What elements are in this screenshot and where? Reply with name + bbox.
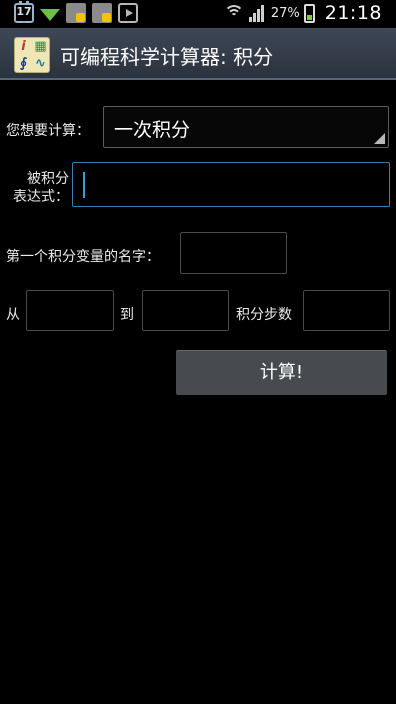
- calc-type-value: 一次积分: [114, 119, 191, 141]
- calculate-button[interactable]: 计算!: [176, 350, 387, 395]
- text-cursor: [83, 172, 85, 198]
- download-icon: [40, 9, 60, 21]
- status-bar: 17 27% 21:18: [0, 0, 396, 28]
- variable-input[interactable]: [180, 232, 287, 274]
- signal-icon: [248, 4, 267, 22]
- from-label: 从: [6, 307, 20, 323]
- info-glyph: i: [21, 39, 26, 54]
- dropdown-arrow-icon: [374, 133, 385, 144]
- system-icons: 27% 21:18: [223, 2, 382, 24]
- integral-glyph: ∮: [19, 56, 28, 71]
- variable-label: 第一个积分变量的名字：: [6, 249, 160, 265]
- grid-glyph: ▦: [34, 39, 47, 54]
- integrand-label: 被积分 表达式：: [13, 171, 69, 205]
- integrand-input[interactable]: [72, 162, 390, 207]
- steps-input[interactable]: [303, 290, 390, 331]
- shopping-bag-icon: [66, 3, 86, 23]
- steps-label: 积分步数: [236, 307, 292, 323]
- battery-charging-icon: [303, 3, 315, 23]
- wave-glyph: ∿: [35, 56, 46, 71]
- battery-percent: 27%: [270, 5, 300, 21]
- play-store-icon: [118, 3, 138, 23]
- to-input[interactable]: [142, 290, 229, 331]
- calendar-icon: 17: [14, 1, 34, 23]
- calc-type-label: 您想要计算：: [6, 123, 90, 139]
- wifi-icon: [223, 3, 245, 23]
- page-title: 可编程科学计算器: 积分: [60, 45, 274, 69]
- shopping-bag-icon: [92, 3, 112, 23]
- action-bar: i ▦ ∮ ∿ 可编程科学计算器: 积分: [0, 28, 396, 80]
- notification-icons: 17: [14, 1, 138, 23]
- to-label: 到: [120, 307, 134, 323]
- calc-type-dropdown[interactable]: 一次积分: [103, 106, 389, 148]
- app-icon[interactable]: i ▦ ∮ ∿: [14, 37, 50, 73]
- from-input[interactable]: [26, 290, 114, 331]
- clock: 21:18: [324, 2, 382, 24]
